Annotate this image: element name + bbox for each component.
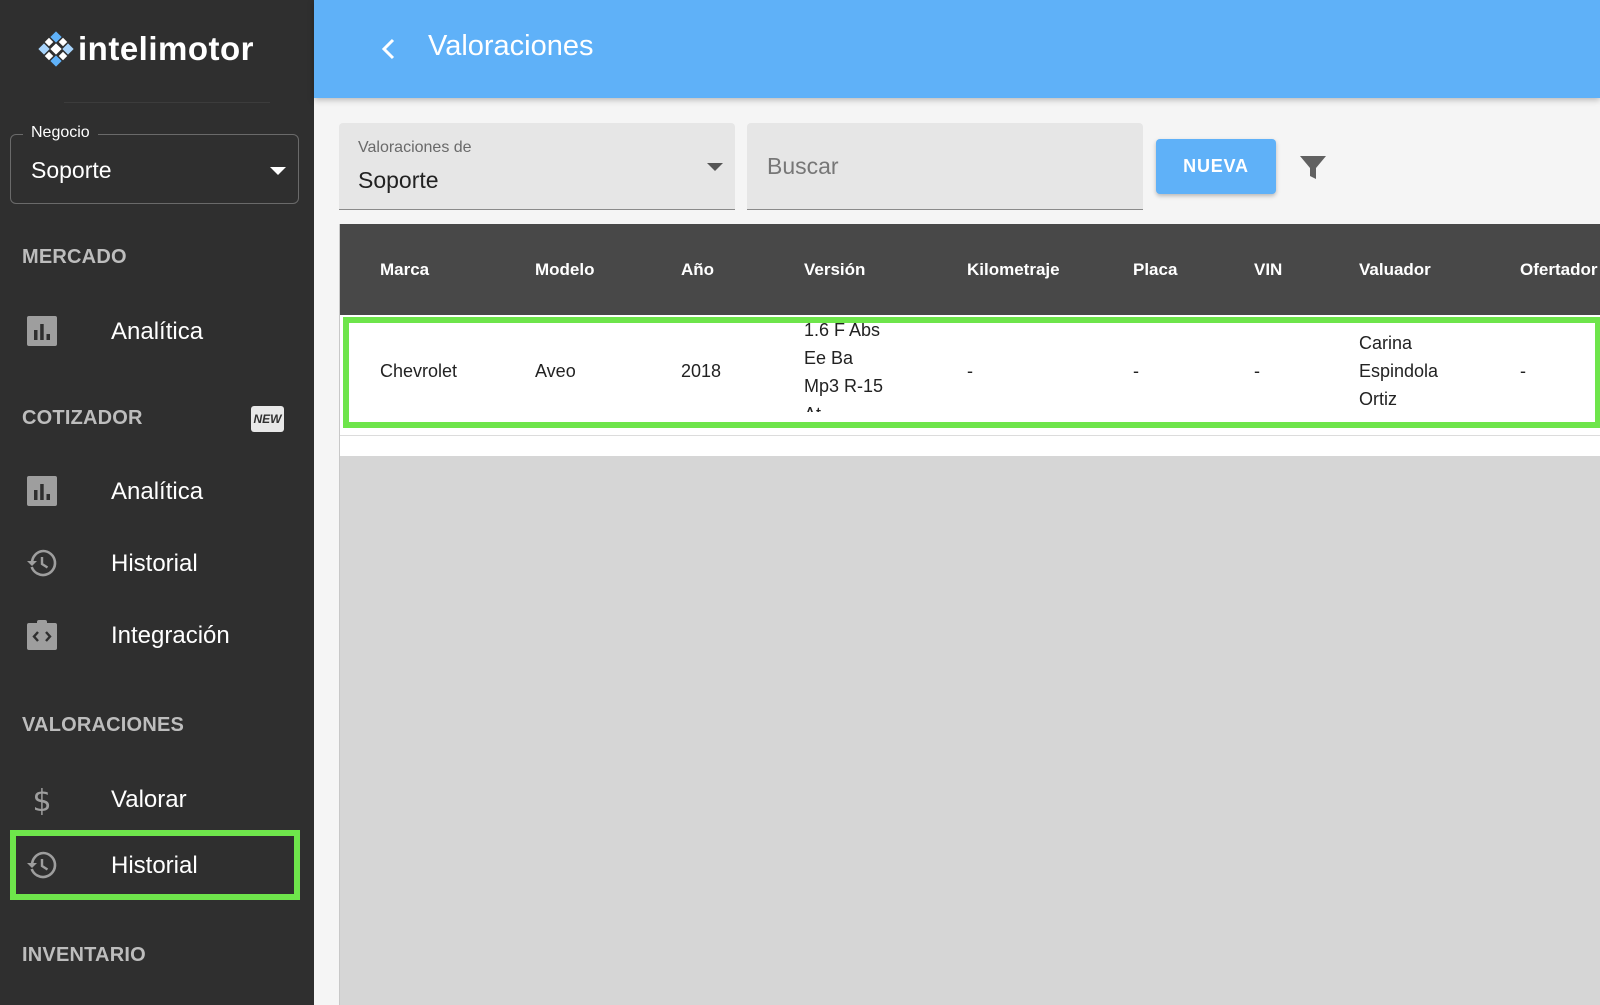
sidebar-item-label: Analítica: [111, 478, 204, 505]
filter-icon[interactable]: [1297, 151, 1329, 183]
integration-icon: [27, 620, 57, 650]
column-header-marca[interactable]: Marca: [380, 260, 429, 280]
sidebar-item-valorar[interactable]: $ Valorar: [10, 764, 300, 834]
page-title: Valoraciones: [428, 30, 594, 62]
section-inventario: INVENTARIO: [22, 944, 146, 966]
nueva-button[interactable]: NUEVA: [1156, 139, 1276, 194]
sidebar-item-label: Analítica: [111, 318, 204, 345]
column-header-ofertador[interactable]: Ofertador: [1520, 260, 1597, 280]
divider: [64, 102, 270, 103]
column-header-placa[interactable]: Placa: [1133, 260, 1177, 280]
table-footer-gap: [340, 436, 1600, 456]
back-arrow-icon[interactable]: [372, 32, 406, 66]
bar-chart-icon: [27, 476, 57, 506]
sidebar: intelimotor Negocio Soporte MERCADO Anal…: [0, 0, 314, 1005]
dollar-icon: $: [32, 784, 51, 815]
table-row[interactable]: Chevrolet Aveo 2018 1.6 F Abs Ee Ba Mp3 …: [340, 315, 1600, 436]
sidebar-item-label: Integración: [111, 622, 230, 649]
section-cotizador: COTIZADOR: [22, 407, 143, 429]
row-highlight: [343, 317, 1600, 428]
sidebar-item-label: Historial: [111, 852, 198, 879]
sidebar-item-valoraciones-historial[interactable]: Historial: [10, 830, 300, 900]
negocio-value: Soporte: [31, 157, 112, 183]
column-header-vin[interactable]: VIN: [1254, 260, 1282, 280]
svg-text:$: $: [32, 784, 51, 815]
column-header-modelo[interactable]: Modelo: [535, 260, 595, 280]
table-header: Marca Modelo Año Versión Kilometraje Pla…: [340, 224, 1600, 315]
select-label: Valoraciones de: [358, 139, 472, 156]
sidebar-item-label: Valorar: [111, 786, 187, 813]
column-header-anio[interactable]: Año: [681, 260, 714, 280]
logo[interactable]: intelimotor: [38, 30, 254, 68]
logo-icon: [38, 31, 74, 67]
sidebar-item-label: Historial: [111, 550, 198, 577]
column-header-valuador[interactable]: Valuador: [1359, 260, 1431, 280]
valoraciones-table: Marca Modelo Año Versión Kilometraje Pla…: [339, 224, 1600, 1005]
sidebar-item-integracion[interactable]: Integración: [10, 600, 300, 670]
column-header-version[interactable]: Versión: [804, 260, 865, 280]
sidebar-item-cotizador-historial[interactable]: Historial: [10, 528, 300, 598]
logo-text: intelimotor: [78, 30, 254, 67]
history-icon: [27, 851, 57, 879]
section-valoraciones: VALORACIONES: [22, 714, 185, 736]
search-input[interactable]: [747, 123, 1143, 210]
bar-chart-icon: [27, 316, 57, 346]
caret-down-icon: [707, 163, 723, 171]
select-value: Soporte: [358, 167, 439, 193]
app-header: Valoraciones: [314, 0, 1600, 98]
history-icon: [27, 549, 57, 577]
negocio-select[interactable]: Negocio Soporte: [10, 124, 299, 204]
column-header-kilometraje[interactable]: Kilometraje: [967, 260, 1060, 280]
negocio-label: Negocio: [23, 124, 98, 142]
valoraciones-de-select[interactable]: Valoraciones de Soporte: [339, 123, 735, 210]
new-badge: NEW: [251, 406, 284, 432]
sidebar-item-cotizador-analitica[interactable]: Analítica: [10, 456, 300, 526]
sidebar-item-mercado-analitica[interactable]: Analítica: [10, 296, 300, 366]
caret-down-icon: [270, 167, 286, 175]
table-empty-area: [340, 456, 1600, 1005]
section-mercado: MERCADO: [22, 246, 127, 268]
